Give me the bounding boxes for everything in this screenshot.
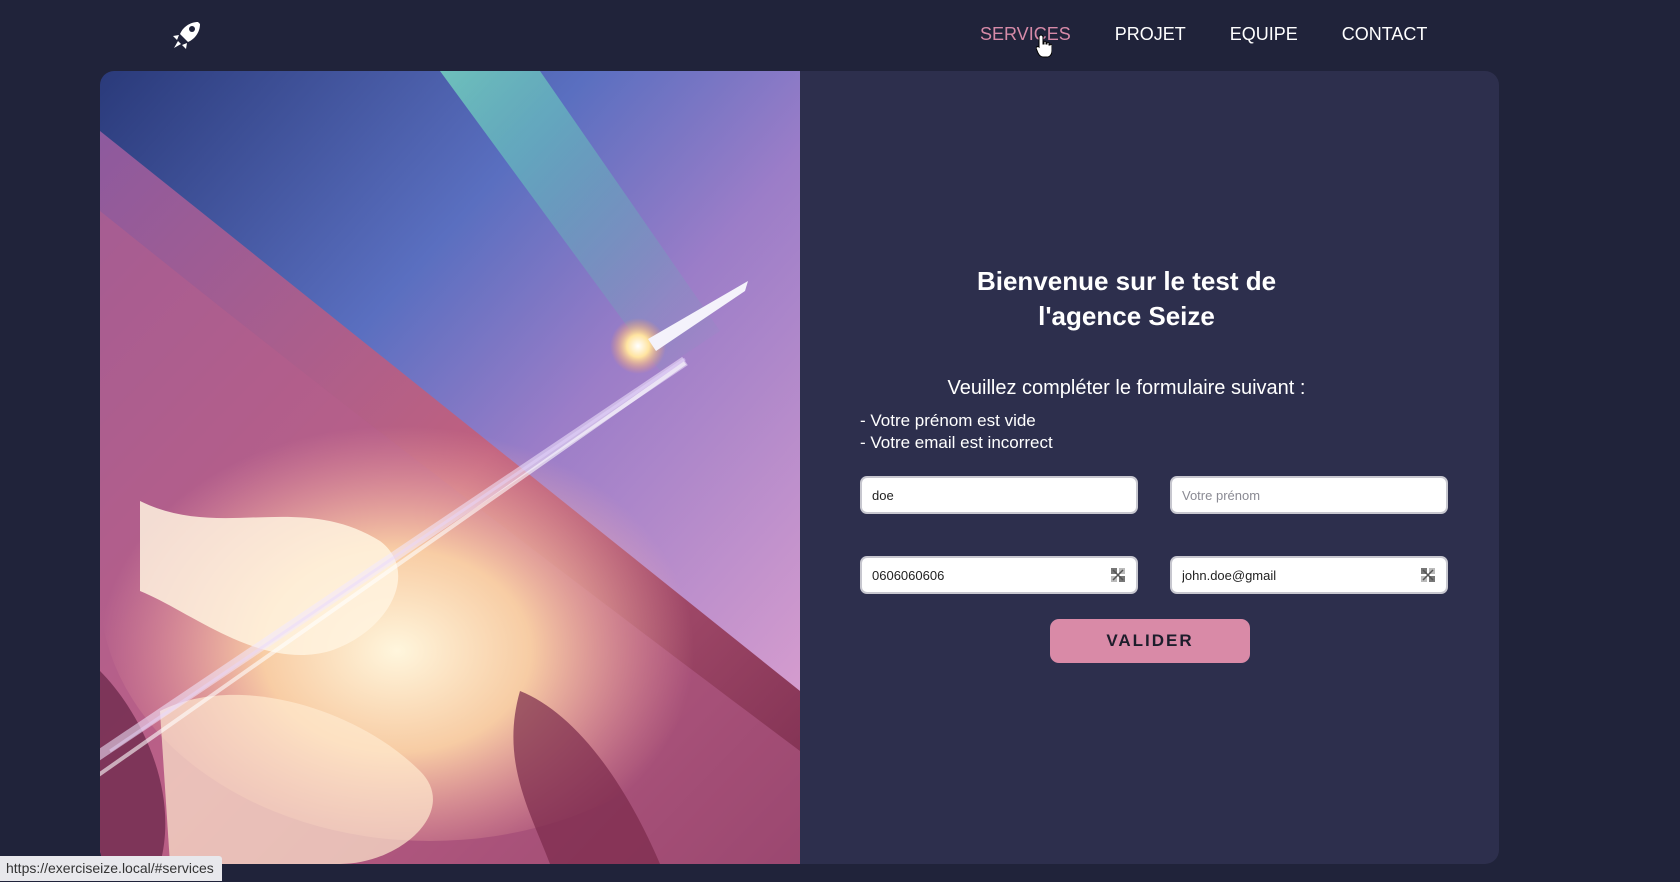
form-subtitle: Veuillez compléter le formulaire suivant…	[947, 377, 1306, 399]
nav-item-equipe[interactable]: EQUIPE	[1230, 22, 1298, 46]
rocket-icon[interactable]	[168, 18, 204, 54]
title-line-2: l'agence Seize	[1038, 301, 1215, 331]
error-message: - Votre prénom est vide	[860, 411, 1036, 430]
hand-cursor-icon	[1035, 34, 1053, 58]
main-card: Bienvenue sur le test de l'agence Seize …	[100, 71, 1499, 864]
autofill-icon[interactable]	[1420, 567, 1436, 583]
page-title: Bienvenue sur le test de l'agence Seize	[800, 264, 1453, 334]
error-list: - Votre prénom est vide - Votre email es…	[860, 410, 1053, 454]
error-message: - Votre email est incorrect	[860, 433, 1053, 452]
form-panel: Bienvenue sur le test de l'agence Seize …	[800, 71, 1499, 864]
hero-illustration	[100, 71, 800, 864]
page: SERVICES PROJET EQUIPE CONTACT Bienvenue…	[0, 0, 1680, 882]
autofill-icon[interactable]	[1110, 567, 1126, 583]
title-line-1: Bienvenue sur le test de	[976, 266, 1277, 296]
email-input[interactable]	[1170, 556, 1448, 594]
phone-input[interactable]	[860, 556, 1138, 594]
firstname-input[interactable]	[1170, 476, 1448, 514]
status-bar-url: https://exerciseize.local/#services	[0, 856, 222, 881]
lastname-input[interactable]	[860, 476, 1138, 514]
nav-item-contact[interactable]: CONTACT	[1342, 22, 1428, 46]
nav-item-projet[interactable]: PROJET	[1115, 22, 1186, 46]
submit-button[interactable]: VALIDER	[1050, 619, 1250, 663]
main-nav: SERVICES PROJET EQUIPE CONTACT	[980, 22, 1471, 46]
nav-item-services[interactable]: SERVICES	[980, 22, 1071, 46]
